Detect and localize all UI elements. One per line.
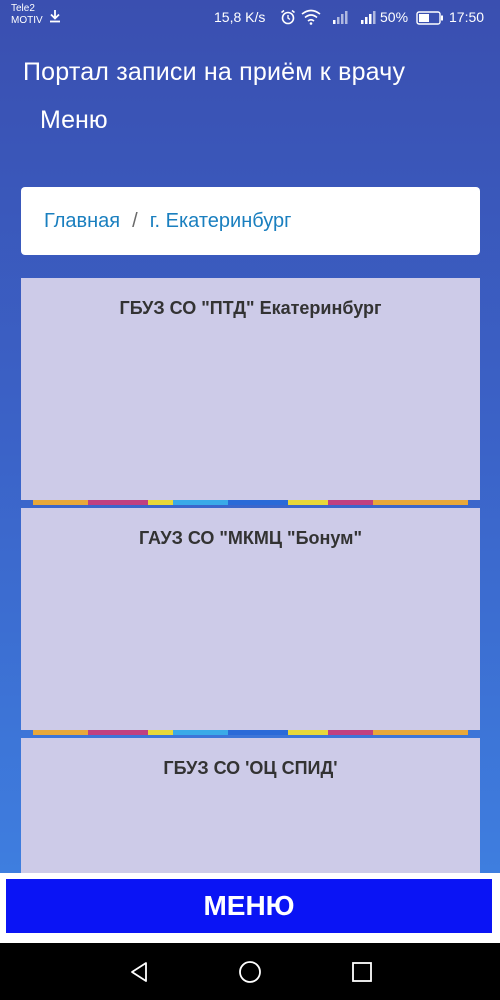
- breadcrumb-home-link[interactable]: Главная: [44, 210, 120, 233]
- stripe-segment: [88, 730, 148, 735]
- status-bar: Tele2 MOTIV 15,8 K/s 50% 17:50: [0, 0, 500, 36]
- clinic-card[interactable]: ГБУЗ СО 'ОЦ СПИД': [21, 738, 480, 878]
- stripe-segment: [288, 730, 328, 735]
- clinic-card[interactable]: ГАУЗ СО "МКМЦ "Бонум": [21, 508, 480, 735]
- back-icon[interactable]: [127, 960, 151, 984]
- stripe-segment: [33, 730, 88, 735]
- clinic-card[interactable]: ГБУЗ СО "ПТД" Екатеринбург: [21, 278, 480, 505]
- breadcrumb-separator: /: [132, 209, 138, 232]
- alarm-icon: [281, 9, 295, 25]
- signal-icon: [361, 11, 376, 24]
- stripe-segment: [413, 730, 468, 735]
- status-time: 17:50: [449, 9, 485, 25]
- menu-button[interactable]: МЕНЮ: [4, 877, 494, 935]
- page-title: Портал записи на приём к врачу: [23, 58, 406, 86]
- menu-link[interactable]: Меню: [40, 106, 108, 135]
- carrier-label: Tele2 MOTIV: [11, 3, 43, 27]
- navigation-bar: [0, 943, 500, 1000]
- clinic-name: ГАУЗ СО "МКМЦ "Бонум": [138, 528, 363, 548]
- download-icon: [50, 10, 60, 23]
- clinic-name: ГБУЗ СО 'ОЦ СПИД': [163, 758, 338, 778]
- wifi-icon: [301, 9, 321, 25]
- carrier-name-secondary: MOTIV: [11, 15, 43, 26]
- carrier-name: Tele2: [11, 3, 35, 14]
- stripe-segment: [328, 500, 373, 505]
- card-stripe: [33, 730, 468, 735]
- stripe-segment: [173, 500, 228, 505]
- stripe-segment: [173, 730, 228, 735]
- battery-percentage: 50%: [380, 9, 409, 25]
- stripe-segment: [88, 500, 148, 505]
- card-stripe: [33, 500, 468, 505]
- stripe-segment: [148, 500, 173, 505]
- stripe-segment: [288, 500, 328, 505]
- stripe-segment: [33, 500, 88, 505]
- stripe-segment: [228, 500, 288, 505]
- stripe-segment: [228, 730, 288, 735]
- breadcrumb-city-link[interactable]: г. Екатеринбург: [150, 210, 292, 233]
- stripe-segment: [413, 500, 468, 505]
- stripe-segment: [328, 730, 373, 735]
- breadcrumb: Главная / г. Екатеринбург: [21, 187, 480, 255]
- stripe-segment: [148, 730, 173, 735]
- stripe-segment: [373, 500, 413, 505]
- recents-icon[interactable]: [350, 960, 374, 984]
- home-icon[interactable]: [238, 960, 262, 984]
- clinic-name: ГБУЗ СО "ПТД" Екатеринбург: [119, 298, 382, 318]
- network-speed: 15,8 K/s: [214, 9, 266, 25]
- stripe-segment: [373, 730, 413, 735]
- battery-icon: [416, 11, 443, 25]
- signal-icon: [333, 11, 348, 24]
